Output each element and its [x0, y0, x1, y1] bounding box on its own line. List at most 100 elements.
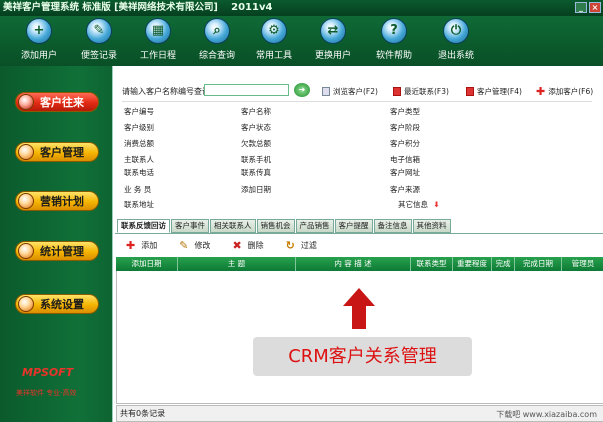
- filter-icon: ↻: [285, 238, 295, 252]
- field-customer-name: 客户名称: [241, 107, 271, 116]
- search-row: 请输入客户名称编号查询： ➜ 浏览客户(F2) 最近联系(F3) 客户管理(F4…: [113, 82, 603, 100]
- tab-events[interactable]: 客户事件: [171, 219, 209, 233]
- record-toolbar: ✚ 添加 ✎ 修改 ✖ 删除 ↻ 过滤: [115, 233, 603, 256]
- tab-product-sales[interactable]: 产品销售: [295, 219, 334, 233]
- toolbar-tools[interactable]: ⚙ 常用工具: [243, 16, 305, 61]
- toolbar-label: 常用工具: [255, 51, 292, 61]
- column-header-importance[interactable]: 重要程度: [453, 257, 492, 271]
- action-label: 浏览客户(F2): [333, 87, 378, 96]
- add-record-button[interactable]: ✚ 添加: [126, 239, 157, 252]
- main-toolbar: + 添加用户 ✎ 便签记录 ▦ 工作日程 ⌕ 综合查询 ⚙ 常用工具 ⇄ 更换用…: [0, 16, 603, 66]
- plus-icon: ✚: [536, 85, 546, 98]
- toolbar-exit[interactable]: ⏻ 退出系统: [425, 16, 487, 61]
- browse-customers-button[interactable]: 浏览客户(F2): [322, 86, 378, 97]
- annotation-callout: CRM客户关系管理: [253, 337, 472, 376]
- edit-record-button[interactable]: ✎ 修改: [179, 239, 210, 252]
- tab-sales-opportunities[interactable]: 销售机会: [256, 219, 295, 233]
- orb-icon: [18, 94, 34, 110]
- search-input[interactable]: [204, 84, 289, 96]
- exit-icon: ⏻: [443, 18, 469, 44]
- manage-icon: [466, 87, 474, 96]
- tab-feedback[interactable]: 联系反馈回访: [117, 219, 170, 233]
- field-other-info[interactable]: 其它信息 ⬇: [398, 199, 440, 210]
- plus-icon: ✚: [126, 238, 136, 252]
- detail-tabs: 联系反馈回访 客户事件 相关联系人 销售机会 产品销售 客户提醒 备注信息 其他…: [117, 219, 452, 233]
- sidebar-item-statistics[interactable]: 统计管理: [15, 241, 99, 261]
- tools-icon: ⚙: [261, 18, 287, 44]
- sidebar-item-label: 系统设置: [40, 298, 84, 311]
- tab-notes[interactable]: 备注信息: [373, 219, 412, 233]
- action-label: 添加客户(F6): [548, 87, 594, 96]
- field-customer-points: 客户积分: [390, 139, 420, 148]
- sidebar: 客户往来 客户管理 营销计划 统计管理 系统设置 MPSOFT 美祥软件 专业·…: [0, 66, 112, 422]
- orb-icon: [18, 296, 34, 312]
- toolbar-label: 便签记录: [80, 51, 117, 61]
- search-go-button[interactable]: ➜: [294, 83, 310, 97]
- add-user-icon: +: [26, 18, 52, 44]
- recent-contacts-button[interactable]: 最近联系(F3): [393, 86, 449, 97]
- edit-icon: ✎: [179, 238, 189, 252]
- field-total-spend: 消费总额: [124, 139, 154, 148]
- toolbar-search[interactable]: ⌕ 综合查询: [186, 16, 248, 61]
- switch-user-icon: ⇄: [320, 18, 346, 44]
- tab-related-contacts[interactable]: 相关联系人: [210, 219, 256, 233]
- record-count: 共有0条记录: [120, 409, 166, 418]
- tab-reminders[interactable]: 客户提醒: [334, 219, 373, 233]
- sidebar-item-label: 客户管理: [40, 146, 84, 159]
- column-header-date-added[interactable]: 添加日期: [116, 257, 178, 271]
- column-header-done[interactable]: 完成: [492, 257, 515, 271]
- edit-label: 修改: [194, 240, 211, 250]
- field-fax: 联系传真: [241, 168, 271, 177]
- sidebar-item-system-settings[interactable]: 系统设置: [15, 294, 99, 314]
- search-icon: ⌕: [204, 18, 230, 44]
- close-button[interactable]: ×: [589, 2, 601, 13]
- column-header-subject[interactable]: 主 题: [178, 257, 296, 271]
- toolbar-label: 综合查询: [198, 51, 235, 61]
- column-header-done-date[interactable]: 完成日期: [515, 257, 562, 271]
- toolbar-calendar[interactable]: ▦ 工作日程: [127, 16, 189, 61]
- delete-record-button[interactable]: ✖ 删除: [232, 239, 263, 252]
- down-arrow-icon: ⬇: [433, 200, 440, 209]
- toolbar-switch-user[interactable]: ⇄ 更换用户: [302, 16, 364, 61]
- annotation-arrow-stem: [352, 305, 366, 329]
- notes-icon: ✎: [86, 18, 112, 44]
- field-date-added: 添加日期: [241, 185, 271, 194]
- sidebar-item-customer-contacts[interactable]: 客户往来: [15, 92, 99, 112]
- column-header-admin[interactable]: 管理员: [562, 257, 603, 271]
- delete-icon: ✖: [232, 238, 242, 252]
- field-website: 客户网址: [390, 168, 420, 177]
- field-source: 客户来源: [390, 185, 420, 194]
- action-label: 客户管理(F4): [477, 87, 522, 96]
- sidebar-item-label: 营销计划: [40, 195, 84, 208]
- filter-label: 过滤: [300, 240, 317, 250]
- add-label: 添加: [141, 240, 158, 250]
- sidebar-item-marketing-plan[interactable]: 营销计划: [15, 191, 99, 211]
- divider: [122, 101, 592, 102]
- help-icon: ?: [381, 18, 407, 44]
- field-customer-level: 客户级别: [124, 123, 154, 132]
- orb-icon: [18, 243, 34, 259]
- toolbar-label: 工作日程: [139, 51, 176, 61]
- toolbar-notes[interactable]: ✎ 便签记录: [68, 16, 130, 61]
- filter-button[interactable]: ↻ 过滤: [286, 239, 317, 252]
- add-customer-button[interactable]: ✚ 添加客户(F6): [536, 86, 593, 97]
- window-controls: _ ×: [575, 2, 601, 13]
- column-header-description[interactable]: 内 容 描 述: [296, 257, 411, 271]
- sidebar-item-customer-management[interactable]: 客户管理: [15, 142, 99, 162]
- company-logo-subtitle: 美祥软件 专业·高效: [16, 389, 77, 397]
- minimize-button[interactable]: _: [575, 2, 587, 13]
- tab-other[interactable]: 其他资料: [412, 219, 451, 233]
- toolbar-add-user[interactable]: + 添加用户: [8, 16, 70, 61]
- field-main-contact: 主联系人: [124, 155, 154, 164]
- toolbar-label: 添加用户: [20, 51, 57, 61]
- column-header-contact-type[interactable]: 联系类型: [411, 257, 453, 271]
- field-address: 联系地址: [124, 200, 154, 209]
- list-icon: [322, 87, 330, 96]
- window-title-bar: 美祥客户管理系统 标准版 [美祥网络技术有限公司] 2011v4 _ ×: [0, 0, 603, 16]
- customer-management-button[interactable]: 客户管理(F4): [466, 86, 522, 97]
- field-mobile: 联系手机: [241, 155, 271, 164]
- records-grid-header: 添加日期 主 题 内 容 描 述 联系类型 重要程度 完成 完成日期 管理员: [116, 257, 603, 271]
- toolbar-help[interactable]: ? 软件帮助: [363, 16, 425, 61]
- main-panel: 请输入客户名称编号查询： ➜ 浏览客户(F2) 最近联系(F3) 客户管理(F4…: [112, 66, 603, 422]
- window-title: 美祥客户管理系统 标准版 [美祥网络技术有限公司]: [3, 2, 218, 13]
